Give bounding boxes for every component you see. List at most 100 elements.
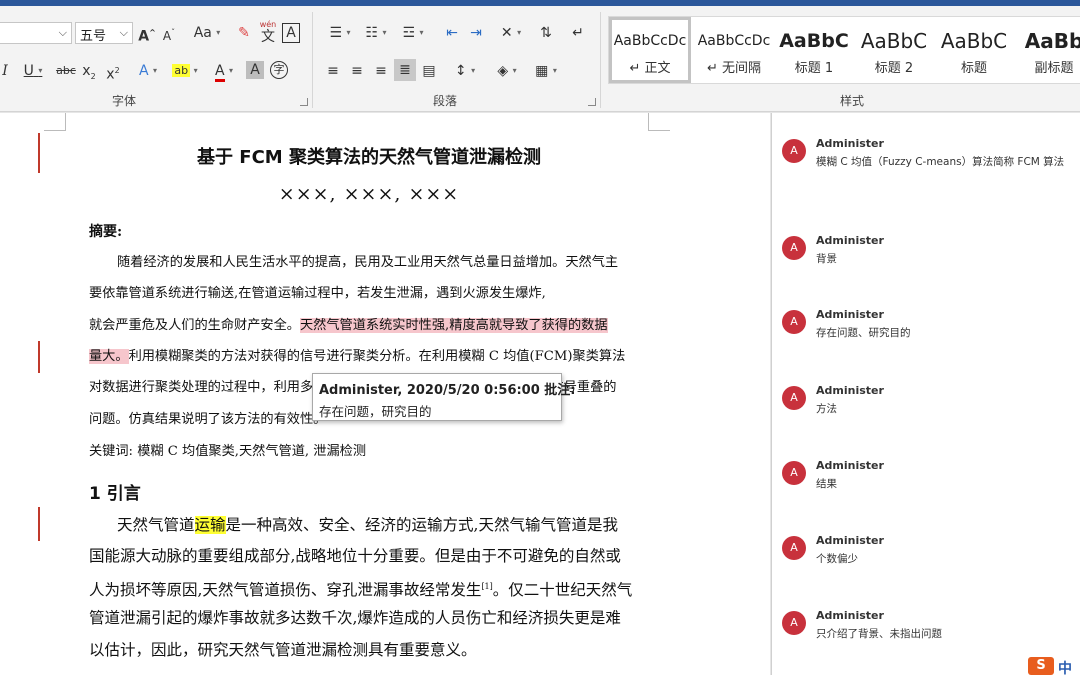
document-page[interactable]: 基于 FCM 聚类算法的天然气管道泄漏检测 ×××, ×××, ××× 摘要: … <box>0 113 770 675</box>
keywords: 关键词: 模糊 C 均值聚类,天然气管道, 泄漏检测 <box>89 444 367 459</box>
change-case-button[interactable]: Aa ▾ <box>190 22 224 44</box>
paper-authors: ×××, ×××, ××× <box>278 183 460 205</box>
tooltip-header: Administer, 2020/5/20 0:56:00 批注: <box>319 383 576 398</box>
borders-icon[interactable]: ▦ ▾ <box>530 60 562 82</box>
crop-mark <box>648 113 670 131</box>
paper-title: 基于 FCM 聚类算法的天然气管道泄漏检测 <box>197 147 541 168</box>
ribbon: ⌵ 五号 ⌵ A^ Aˇ Aa ▾ ✎ wén 文 A I U ▾ abc x2 x… <box>0 6 1080 112</box>
font-dialog-launcher-icon[interactable] <box>300 98 308 106</box>
font-size-select[interactable]: 五号 ⌵ <box>75 22 133 44</box>
paragraph-group-label: 段落 <box>433 94 458 108</box>
underline-button[interactable]: U ▾ <box>18 60 48 82</box>
comment-author: Administer <box>816 459 884 472</box>
comment-author: Administer <box>816 137 884 150</box>
style-subtitle[interactable]: AaBb 副标题 <box>1013 17 1080 83</box>
revision-bar <box>38 341 40 373</box>
highlighted-text[interactable]: 运输 <box>194 516 226 534</box>
line-spacing-icon[interactable]: ↕ ▾ <box>450 60 480 82</box>
comment-text: 存在问题、研究目的 <box>816 327 911 339</box>
intro-line: 国能源大动脉的重要组成部分,战略地位十分重要。但是由于不可避免的自然或 <box>89 547 621 565</box>
chevron-down-icon: ▾ <box>153 66 158 75</box>
abstract-line: 量大。利用模糊聚类的方法对获得的信号进行聚类分析。在利用模糊 C 均值(FCM)… <box>89 349 626 364</box>
intro-line: 以估计，因此，研究天然气管道泄漏检测具有重要意义。 <box>89 641 477 659</box>
shrink-font-button[interactable]: Aˇ <box>160 22 178 44</box>
paragraph-dialog-launcher-icon[interactable] <box>588 98 596 106</box>
decrease-indent-icon[interactable]: ⇤ <box>442 22 462 44</box>
comment-text: 模糊 C 均值（Fuzzy C-means）算法简称 FCM 算法 <box>816 156 1065 168</box>
show-marks-icon[interactable]: ↵ <box>568 22 588 44</box>
bullets-icon[interactable]: ☰ ▾ <box>324 22 356 44</box>
font-name-select[interactable]: ⌵ <box>0 22 72 44</box>
style-normal[interactable]: AaBbCcDc ↵ 正文 <box>609 17 691 83</box>
style-no-spacing[interactable]: AaBbCcDc ↵ 无间隔 <box>693 17 775 83</box>
tooltip-body: 存在问题，研究目的 <box>319 404 432 419</box>
comment-author: Administer <box>816 234 884 247</box>
abstract-heading: 摘要: <box>89 224 123 240</box>
justify-icon[interactable]: ≣ <box>394 59 416 81</box>
asian-layout-icon[interactable]: ✕ ▾ <box>496 22 526 44</box>
abstract-line: 问题。仿真结果说明了该方法的有效性。 <box>89 412 327 427</box>
chevron-down-icon: ▾ <box>193 66 198 75</box>
sort-icon[interactable]: ⇅ <box>536 22 556 44</box>
subscript-button[interactable]: x2 <box>80 60 98 82</box>
increase-indent-icon[interactable]: ⇥ <box>466 22 486 44</box>
style-heading-2[interactable]: AaBbC 标题 2 <box>853 17 935 83</box>
ime-mode-indicator[interactable]: 中 <box>1058 658 1072 675</box>
italic-button[interactable]: I <box>0 60 10 82</box>
avatar: A <box>782 611 806 635</box>
chevron-down-icon: ▾ <box>38 66 43 75</box>
citation-mark: [1] <box>481 582 493 591</box>
comment-text: 只介绍了背景、未指出问题 <box>816 628 942 640</box>
chevron-down-icon: ▾ <box>229 66 234 75</box>
avatar: A <box>782 386 806 410</box>
styles-group-label: 样式 <box>840 94 865 108</box>
comment-text: 个数偏少 <box>816 553 858 565</box>
strikethrough-button[interactable]: abc <box>54 60 78 82</box>
numbering-icon[interactable]: ☷ ▾ <box>360 22 392 44</box>
phonetic-guide-button[interactable]: wén 文 <box>258 18 278 48</box>
styles-gallery: AaBbCcDc ↵ 正文 AaBbCcDc ↵ 无间隔 AaBbC 标题 1 … <box>608 16 1080 84</box>
font-group-label: 字体 <box>112 94 137 108</box>
char-shading-button[interactable]: A <box>246 61 264 79</box>
align-right-icon[interactable]: ≡ <box>372 60 390 82</box>
ime-logo-icon[interactable]: S <box>1028 657 1054 675</box>
char-border-button[interactable]: A <box>282 23 300 43</box>
text-effects-button[interactable]: A ▾ <box>134 60 162 82</box>
intro-line: 管道泄漏引起的爆炸事故就多达数千次,爆炸造成的人员伤亡和经济损失更是难 <box>89 609 621 627</box>
align-center-icon[interactable]: ≡ <box>348 60 366 82</box>
highlight-color-button[interactable]: ab ▾ <box>168 60 202 82</box>
grow-font-button[interactable]: A^ <box>138 22 156 45</box>
comment-text: 方法 <box>816 403 837 415</box>
comment-author: Administer <box>816 534 884 547</box>
commented-text[interactable]: 量大。 <box>89 349 129 364</box>
style-heading-1[interactable]: AaBbC 标题 1 <box>773 17 855 83</box>
comment-text: 结果 <box>816 478 837 490</box>
crop-mark <box>44 113 66 131</box>
paragraph-shading-icon[interactable]: ◈ ▾ <box>492 60 522 82</box>
comment-text: 背景 <box>816 253 837 265</box>
chevron-down-icon: ⌵ <box>58 26 67 39</box>
group-separator <box>600 12 601 108</box>
superscript-button[interactable]: x2 <box>104 60 122 83</box>
section-heading: 1 引言 <box>89 484 141 504</box>
align-left-icon[interactable]: ≡ <box>324 60 342 82</box>
avatar: A <box>782 236 806 260</box>
comment-author: Administer <box>816 609 884 622</box>
comments-pane: A Administer 模糊 C 均值（Fuzzy C-means）算法简称 … <box>771 113 1080 675</box>
enclose-char-button[interactable]: 字 <box>270 61 288 79</box>
font-color-button[interactable]: A ▾ <box>208 60 240 82</box>
avatar: A <box>782 461 806 485</box>
abstract-line: 要依靠管道系统进行输送,在管道运输过程中，若发生泄漏，遇到火源发生爆炸, <box>89 286 546 301</box>
multilevel-list-icon[interactable]: ☲ ▾ <box>396 22 430 44</box>
clear-format-icon[interactable]: ✎ <box>234 22 254 44</box>
abstract-line: 随着经济的发展和人民生活水平的提高，民用及工业用天然气总量日益增加。天然气主 <box>117 255 619 270</box>
group-separator <box>312 12 313 108</box>
comment-tooltip: Administer, 2020/5/20 0:56:00 批注: 存在问题，研… <box>312 373 576 421</box>
style-title[interactable]: AaBbC 标题 <box>933 17 1015 83</box>
abstract-line: 就会严重危及人们的生命财产安全。天然气管道系统实时性强,精度高就导致了获得的数据 <box>89 318 608 333</box>
commented-text[interactable]: 天然气管道系统实时性强,精度高就导致了获得的数据 <box>300 318 608 333</box>
intro-line: 人为损坏等原因,天然气管道损伤、穿孔泄漏事故经常发生[1]。仅二十世纪天然气 <box>89 581 633 600</box>
distributed-icon[interactable]: ▤ <box>420 60 438 82</box>
chevron-down-icon: ⌵ <box>119 26 128 39</box>
avatar: A <box>782 139 806 163</box>
